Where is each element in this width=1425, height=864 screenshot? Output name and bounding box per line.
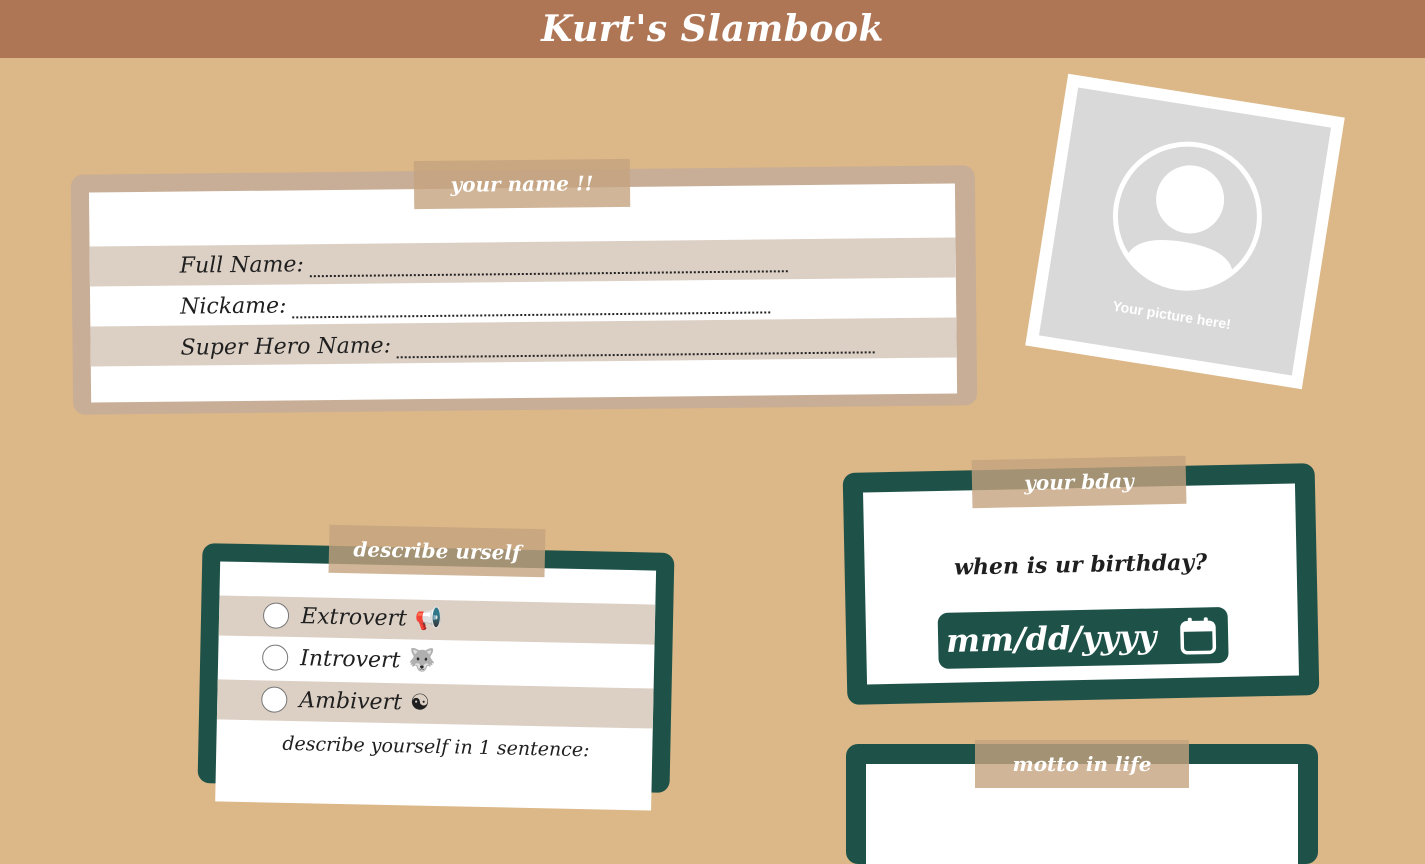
name-paper: Full Name: Nickame: Super Hero Name: [88,183,958,403]
photo-placeholder: Your picture here! [1038,87,1332,376]
yin-yang-icon: ☯ [409,689,430,716]
extrovert-radio[interactable] [262,602,290,629]
photo-frame[interactable]: Your picture here! [1025,73,1345,390]
ambivert-radio[interactable] [261,686,288,713]
describe-paper: Extrovert 📢 Introvert 🐺 Ambivert ☯ descr… [215,561,657,811]
option-ambivert[interactable]: Ambivert ☯ [261,686,430,716]
megaphone-icon: 📢 [414,606,443,632]
motto-tape: motto in life [975,740,1189,788]
bday-tape: your bday [971,455,1187,509]
name-tape: your name !! [413,158,631,210]
nickname-label: Nickame: [180,293,287,320]
user-avatar-icon [1112,141,1262,291]
describe-card: Extrovert 📢 Introvert 🐺 Ambivert ☯ descr… [197,543,675,811]
wolf-icon: 🐺 [408,647,437,674]
bday-paper: when is ur birthday? mm/dd/yyyy [863,483,1299,685]
nickname-input[interactable] [292,291,771,319]
introvert-radio[interactable] [261,644,289,671]
superhero-name-label: Super Hero Name: [180,333,392,361]
bday-question: when is ur birthday? [953,549,1208,581]
calendar-icon[interactable] [1178,615,1219,656]
page-title: Kurt's Slambook [541,8,884,50]
option-extrovert[interactable]: Extrovert 📢 [262,602,443,632]
app-header: Kurt's Slambook [0,0,1425,58]
introvert-label: Introvert [299,645,401,673]
nickname-row: Nickame: [180,288,771,320]
birthday-date-input[interactable]: mm/dd/yyyy [937,606,1229,669]
describe-tape: describe urself [328,524,546,578]
date-placeholder: mm/dd/yyyy [945,617,1157,660]
extrovert-label: Extrovert [300,603,408,631]
full-name-label: Full Name: [179,252,305,279]
ambivert-label: Ambivert [299,687,403,715]
option-introvert[interactable]: Introvert 🐺 [261,644,437,674]
sentence-prompt: describe yourself in 1 sentence: [282,732,590,762]
